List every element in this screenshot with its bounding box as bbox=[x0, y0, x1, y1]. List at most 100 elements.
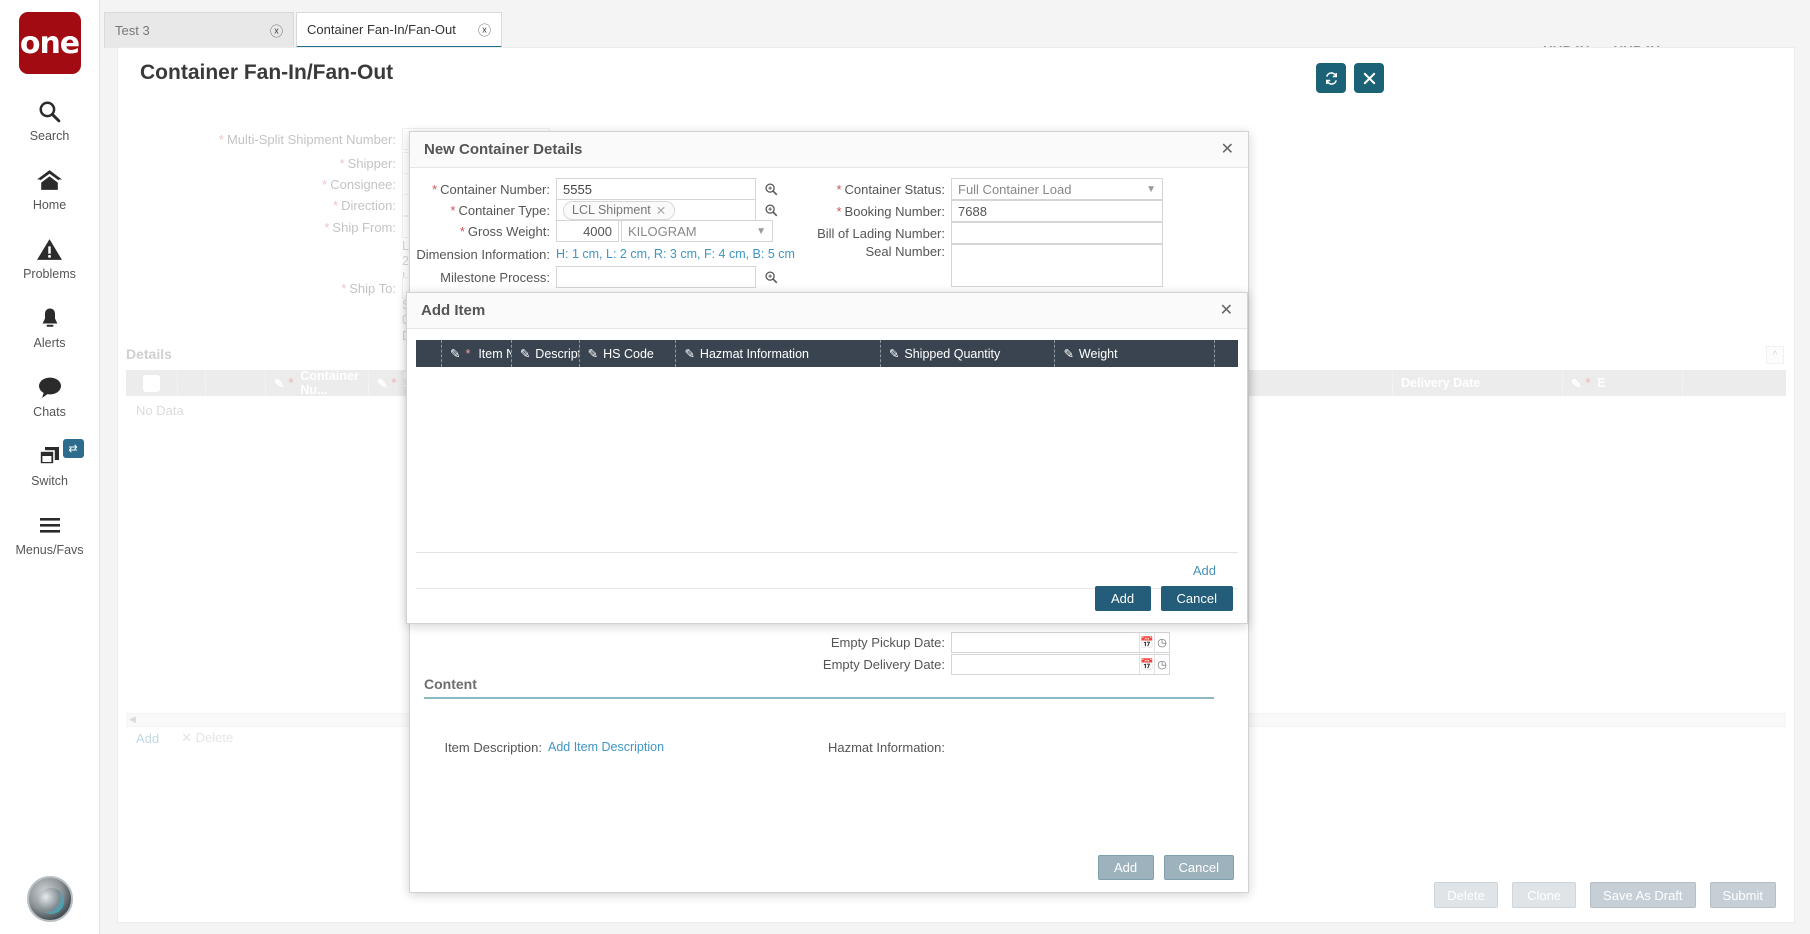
add-button[interactable]: Add bbox=[1095, 586, 1151, 611]
sidebar-item-label: Menus/Favs bbox=[15, 543, 83, 557]
clock-icon[interactable]: ◷ bbox=[1154, 655, 1169, 674]
sidebar-item-chats[interactable]: Chats bbox=[0, 372, 100, 419]
col-item-name[interactable]: ✎*Item Na... bbox=[442, 340, 512, 367]
cancel-button[interactable]: Cancel bbox=[1164, 855, 1234, 880]
field-empty-delivery-date: Empty Delivery Date: 📅 ◷ bbox=[810, 653, 1170, 675]
save-as-draft-button[interactable]: Save As Draft bbox=[1590, 882, 1695, 908]
search-icon bbox=[37, 96, 62, 126]
avatar[interactable] bbox=[27, 876, 73, 922]
col-container-number[interactable]: ✎*Container Nu... bbox=[266, 370, 369, 396]
sidebar-item-label: Chats bbox=[33, 405, 66, 419]
delete-button[interactable]: Delete bbox=[1434, 882, 1498, 908]
milestone-process-input[interactable] bbox=[556, 266, 756, 288]
field-label: *Container Type: bbox=[410, 203, 550, 218]
switch-toggle-badge-icon[interactable]: ⇄ bbox=[63, 439, 84, 458]
search-icon[interactable] bbox=[762, 268, 780, 286]
col-hs-code[interactable]: ✎HS Code bbox=[580, 340, 677, 367]
close-icon[interactable]: ⓧ bbox=[478, 20, 491, 39]
cancel-button[interactable]: Cancel bbox=[1161, 586, 1233, 611]
dimension-information-link[interactable]: H: 1 cm, L: 2 cm, R: 3 cm, F: 4 cm, B: 5… bbox=[556, 247, 795, 261]
search-icon[interactable] bbox=[762, 201, 780, 219]
field-label: *Shipper: bbox=[146, 156, 396, 171]
col-shipped-quantity[interactable]: ✎Shipped Quantity bbox=[881, 340, 1056, 367]
add-item-add-row: Add bbox=[416, 553, 1238, 589]
sidebar-item-problems[interactable]: Problems bbox=[0, 234, 100, 281]
windows-icon bbox=[37, 441, 63, 471]
tab-container-fan-in-fan-out[interactable]: Container Fan-In/Fan-Out ⓧ bbox=[296, 12, 502, 48]
dialog-title: New Container Details bbox=[424, 141, 582, 158]
add-detail-link[interactable]: Add bbox=[136, 731, 159, 746]
home-icon bbox=[36, 165, 63, 195]
calendar-icon[interactable]: 📅 bbox=[1139, 655, 1154, 674]
col-empty[interactable]: ✎*E bbox=[1563, 370, 1683, 396]
scroll-left-icon[interactable]: ◀ bbox=[129, 714, 136, 725]
close-icon[interactable]: ✕ bbox=[1221, 142, 1234, 158]
empty-delivery-date-input[interactable]: 📅 ◷ bbox=[951, 654, 1170, 675]
add-button[interactable]: Add bbox=[1098, 855, 1154, 880]
calendar-icon[interactable]: 📅 bbox=[1139, 633, 1154, 652]
field-label: *Consignee: bbox=[146, 177, 396, 192]
field-label: Hazmat Information: bbox=[810, 740, 945, 755]
close-icon[interactable] bbox=[1354, 63, 1384, 93]
app-logo[interactable]: one bbox=[19, 12, 81, 74]
close-icon[interactable]: ✕ bbox=[1220, 303, 1233, 319]
container-status-select[interactable]: Full Container Load▼ bbox=[951, 178, 1163, 200]
field-label: Item Description: bbox=[410, 740, 542, 755]
container-type-chip[interactable]: LCL Shipment✕ bbox=[563, 201, 675, 220]
container-number-input[interactable]: 5555 bbox=[556, 178, 756, 200]
submit-button[interactable]: Submit bbox=[1710, 882, 1776, 908]
field-dimension-information: Dimension Information: H: 1 cm, L: 2 cm,… bbox=[410, 243, 795, 265]
col-delivery-date[interactable]: Delivery Date bbox=[1393, 370, 1563, 396]
field-hazmat-information: Hazmat Information: bbox=[810, 736, 945, 758]
tab-label: Container Fan-In/Fan-Out bbox=[307, 22, 460, 37]
select-all-checkbox[interactable] bbox=[126, 370, 178, 396]
collapse-section-icon[interactable]: ^ bbox=[1766, 346, 1784, 364]
sidebar-item-search[interactable]: Search bbox=[0, 96, 100, 143]
sidebar-item-switch[interactable]: ⇄ Switch bbox=[0, 441, 100, 488]
seal-number-textarea[interactable] bbox=[951, 244, 1163, 287]
dialog-footer: Add Cancel bbox=[1098, 855, 1234, 880]
sidebar-item-menus-favs[interactable]: Menus/Favs bbox=[0, 510, 100, 557]
add-item-description-link[interactable]: Add Item Description bbox=[548, 740, 664, 754]
chevron-down-icon: ▼ bbox=[1146, 184, 1156, 195]
field-bill-of-lading-number: Bill of Lading Number: bbox=[810, 222, 1163, 244]
add-item-row-link[interactable]: Add bbox=[1193, 563, 1216, 578]
clock-icon[interactable]: ◷ bbox=[1154, 633, 1169, 652]
field-item-description: Item Description: Add Item Description bbox=[410, 736, 664, 758]
edit-icon: ✎ bbox=[1063, 346, 1073, 361]
chevron-down-icon: ▼ bbox=[756, 226, 766, 237]
tab-test-3[interactable]: Test 3 ⓧ bbox=[104, 12, 294, 48]
refresh-icon[interactable] bbox=[1316, 63, 1346, 93]
field-label: *Ship To: bbox=[146, 281, 396, 296]
close-icon[interactable]: ⓧ bbox=[270, 21, 283, 40]
clone-button[interactable]: Clone bbox=[1512, 882, 1576, 908]
field-label: *Gross Weight: bbox=[410, 224, 550, 239]
gross-weight-input[interactable]: 4000 bbox=[556, 220, 619, 242]
search-icon[interactable] bbox=[762, 180, 780, 198]
col-description[interactable]: ✎Descript... bbox=[512, 340, 580, 367]
delete-detail-link[interactable]: ✕ Delete bbox=[181, 730, 233, 746]
booking-number-input[interactable]: 7688 bbox=[951, 200, 1163, 222]
dialog-title: Add Item bbox=[421, 302, 485, 319]
page-title: Container Fan-In/Fan-Out bbox=[140, 61, 393, 85]
dialog-footer: Add Cancel bbox=[1095, 586, 1233, 611]
field-label: *Container Number: bbox=[410, 182, 550, 197]
row-gutter bbox=[416, 340, 442, 367]
sidebar-item-home[interactable]: Home bbox=[0, 165, 100, 212]
remove-chip-icon[interactable]: ✕ bbox=[656, 203, 666, 218]
field-milestone-process: Milestone Process: bbox=[410, 266, 780, 288]
edit-icon: ✎ bbox=[889, 346, 899, 361]
col-hazmat-information[interactable]: ✎Hazmat Information bbox=[676, 340, 880, 367]
col-weight[interactable]: ✎Weight bbox=[1055, 340, 1215, 367]
edit-icon: ✎ bbox=[520, 346, 530, 361]
gross-weight-unit-select[interactable]: KILOGRAM▼ bbox=[621, 220, 773, 242]
empty-pickup-date-input[interactable]: 📅 ◷ bbox=[951, 632, 1170, 653]
edit-icon: ✎ bbox=[1571, 376, 1581, 391]
sidebar-item-label: Alerts bbox=[34, 336, 66, 350]
col-end-gutter bbox=[1215, 340, 1238, 367]
container-type-input[interactable]: LCL Shipment✕ bbox=[556, 199, 756, 221]
bill-of-lading-number-input[interactable] bbox=[951, 222, 1163, 244]
sidebar-item-alerts[interactable]: Alerts bbox=[0, 303, 100, 350]
dialog-header: Add Item ✕ bbox=[407, 293, 1247, 329]
content-section: Content bbox=[424, 676, 1214, 699]
